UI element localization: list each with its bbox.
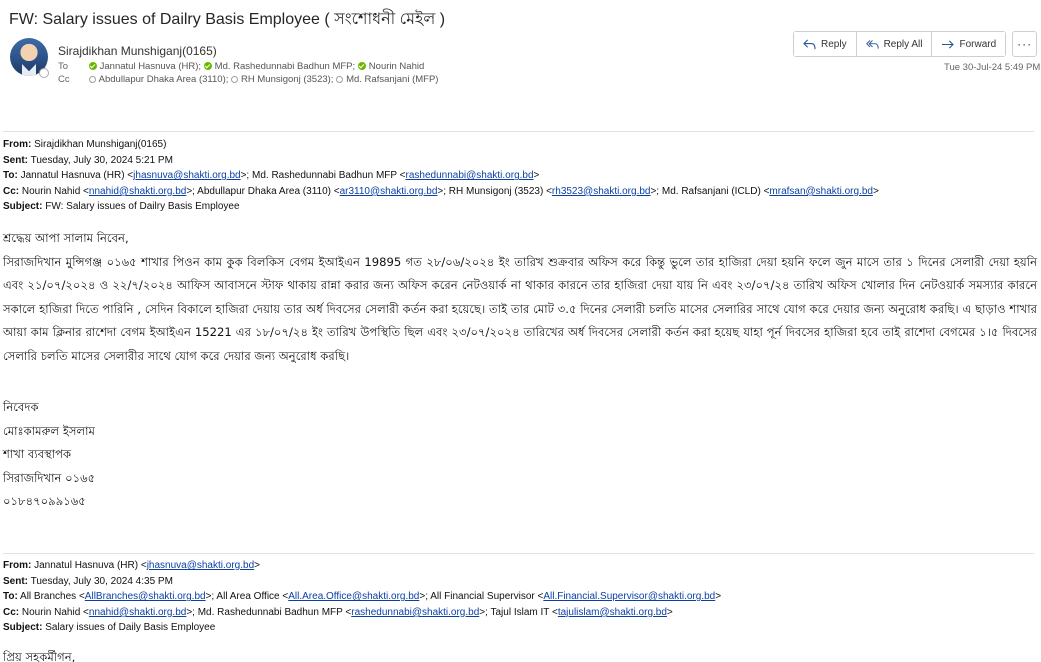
body-paragraph: সিরাজদিখান মুন্সিগঞ্জ ০১৬৫ শাখার পিওন কা… <box>3 254 1037 363</box>
recipient[interactable]: Abdullapur Dhaka Area (3110); <box>88 74 228 85</box>
reply-all-icon <box>865 39 879 49</box>
reply-icon <box>803 39 816 49</box>
reply-button[interactable]: Reply <box>794 32 857 56</box>
message-body: প্রিয় সহকর্মীগন, <box>3 646 75 662</box>
presence-unknown-icon <box>231 75 239 83</box>
presence-unknown-icon <box>88 75 96 83</box>
recipient[interactable]: Md. Rafsanjani (MFP) <box>336 74 438 85</box>
signature-line: ০১৮৪৭০৯৯১৬৫ <box>3 494 86 508</box>
signature-line: মোঃকামরুল ইসলাম <box>3 423 95 438</box>
email-link[interactable]: rh3523@shakti.org.bd <box>552 186 651 197</box>
forward-icon <box>942 39 955 49</box>
signature-block: নিবেদক মোঃকামরুল ইসলাম শাখা ব্যবস্থাপক স… <box>3 396 95 514</box>
divider <box>3 131 1034 132</box>
sender-name[interactable]: Sirajdikhan Munshiganj(0165) <box>58 44 217 58</box>
email-link[interactable]: All.Area.Office@shakti.org.bd <box>288 591 419 602</box>
divider <box>3 553 1034 554</box>
email-link[interactable]: AllBranches@shakti.org.bd <box>85 591 206 602</box>
signature-line: নিবেদক <box>3 400 39 414</box>
presence-available-icon <box>357 61 366 70</box>
cc-recipients: Cc Abdullapur Dhaka Area (3110); RH Muns… <box>58 74 438 85</box>
email-link[interactable]: All.Financial.Supervisor@shakti.org.bd <box>543 591 715 602</box>
presence-available-icon <box>88 61 97 70</box>
reply-all-button[interactable]: Reply All <box>856 32 933 56</box>
message-body: শ্রদ্ধেয় আপা সালাম নিবেন, সিরাজদিখান মু… <box>3 227 1037 368</box>
forward-button[interactable]: Forward <box>932 32 1006 56</box>
email-link[interactable]: jhasnuva@shakti.org.bd <box>147 560 254 571</box>
to-recipients: To Jannatul Hasnuva (HR); Md. Rashedunna… <box>58 61 424 72</box>
greeting: প্রিয় সহকর্মীগন, <box>3 650 76 662</box>
signature-line: সিরাজদিখান ০১৬৫ <box>3 470 96 485</box>
reply-button-group: Reply Reply All Forward <box>793 31 1007 57</box>
email-link[interactable]: rashedunnabi@shakti.org.bd <box>351 607 479 618</box>
more-icon: ··· <box>1017 37 1033 51</box>
received-date: Tue 30-Jul-24 5:49 PM <box>944 62 1041 73</box>
more-actions-button[interactable]: ··· <box>1012 31 1038 57</box>
forwarded-header: From: Jannatul Hasnuva (HR) <jhasnuva@sh… <box>3 560 722 634</box>
email-link[interactable]: jhasnuva@shakti.org.bd <box>133 170 240 181</box>
presence-available-icon <box>203 61 212 70</box>
cc-label: Cc <box>58 74 70 85</box>
email-subject: FW: Salary issues of Dailry Basis Employ… <box>9 11 446 28</box>
email-link[interactable]: nnahid@shakti.org.bd <box>89 186 186 197</box>
presence-offline-icon <box>39 68 49 78</box>
message-actions: Reply Reply All Forward ··· <box>793 31 1038 57</box>
recipient[interactable]: Jannatul Hasnuva (HR); <box>88 61 201 72</box>
email-link[interactable]: nnahid@shakti.org.bd <box>89 607 186 618</box>
greeting: শ্রদ্ধেয় আপা সালাম নিবেন, <box>3 231 129 245</box>
email-link[interactable]: ar3110@shakti.org.bd <box>340 186 438 197</box>
recipient[interactable]: RH Munsigonj (3523); <box>231 74 333 85</box>
recipient[interactable]: Md. Rashedunnabi Badhun MFP; <box>203 61 355 72</box>
recipient[interactable]: Nourin Nahid <box>357 61 424 72</box>
signature-line: শাখা ব্যবস্থাপক <box>3 447 72 461</box>
email-link[interactable]: rashedunnabi@shakti.org.bd <box>406 170 534 181</box>
email-link[interactable]: mrafsan@shakti.org.bd <box>769 186 873 197</box>
to-label: To <box>58 61 69 72</box>
presence-unknown-icon <box>336 75 344 83</box>
forwarded-header: From: Sirajdikhan Munshiganj(0165) Sent:… <box>3 139 879 213</box>
email-link[interactable]: tajulislam@shakti.org.bd <box>558 607 667 618</box>
